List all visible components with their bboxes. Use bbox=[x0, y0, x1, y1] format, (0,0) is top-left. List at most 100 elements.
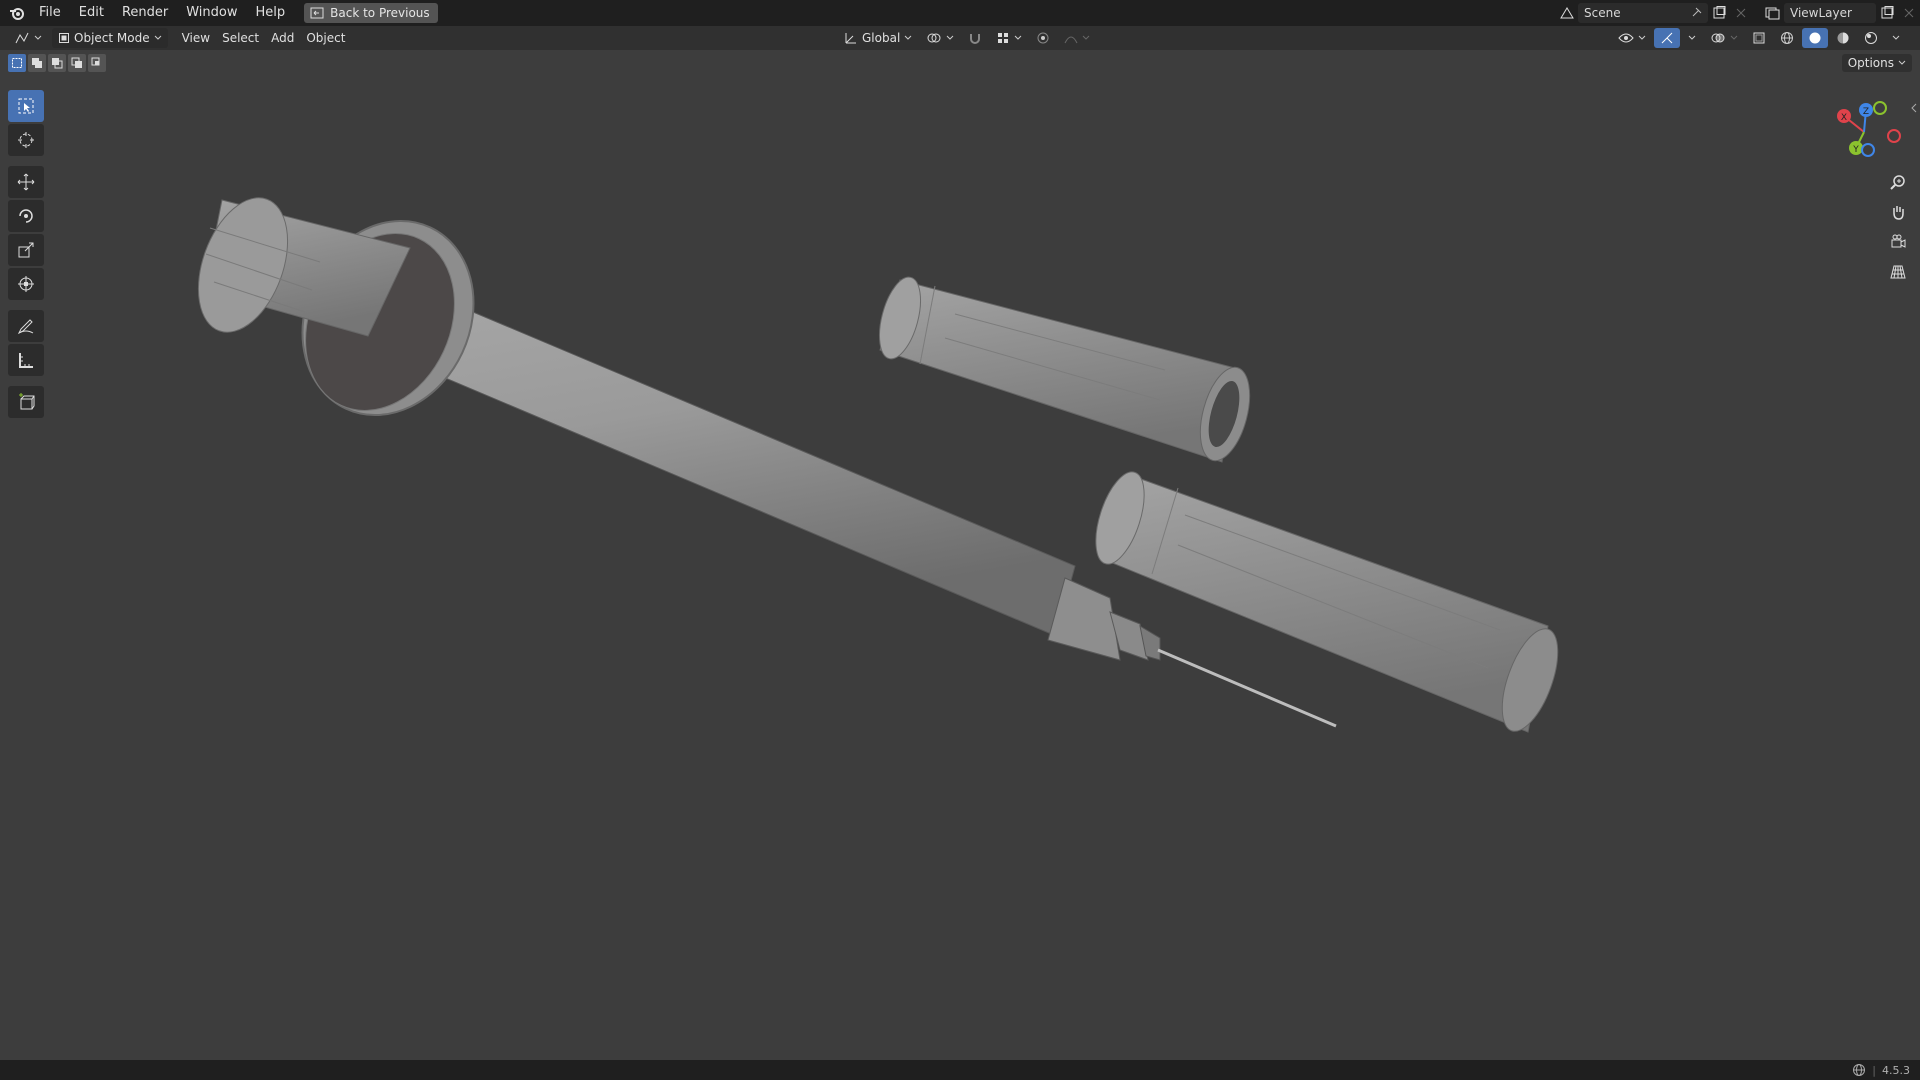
back-to-previous-button[interactable]: Back to Previous bbox=[304, 3, 438, 23]
tool-annotate[interactable] bbox=[8, 310, 44, 342]
chevron-down-icon bbox=[1082, 35, 1090, 40]
overlays-icon bbox=[1711, 33, 1725, 43]
wireframe-sphere-icon bbox=[1781, 32, 1793, 44]
menu-render[interactable]: Render bbox=[113, 0, 177, 26]
object-mode-label: Object Mode bbox=[74, 31, 150, 45]
shading-dropdown[interactable] bbox=[1886, 28, 1906, 48]
menu-edit[interactable]: Edit bbox=[70, 0, 113, 26]
axes-orientation-icon bbox=[845, 33, 856, 44]
select-subtract-button[interactable] bbox=[48, 54, 66, 72]
tool-measure[interactable] bbox=[8, 344, 44, 376]
select-new-button[interactable] bbox=[8, 54, 26, 72]
viewport-3d[interactable] bbox=[0, 0, 1920, 1080]
menu-object[interactable]: Object bbox=[300, 28, 351, 48]
tool-scale[interactable] bbox=[8, 234, 44, 266]
scene-name: Scene bbox=[1584, 6, 1621, 20]
zoom-button[interactable] bbox=[1886, 170, 1910, 194]
tool-move[interactable] bbox=[8, 166, 44, 198]
gizmo-neg-z[interactable] bbox=[1861, 143, 1875, 157]
orientation-label: Global bbox=[862, 31, 901, 45]
scene-field[interactable]: Scene bbox=[1578, 3, 1708, 23]
pivot-point-dropdown[interactable] bbox=[920, 28, 960, 48]
select-invert-icon bbox=[71, 57, 82, 68]
move-icon bbox=[17, 173, 35, 191]
measure-ruler-icon bbox=[19, 353, 33, 368]
editor-type-icon bbox=[15, 32, 29, 44]
gizmos-toggle[interactable] bbox=[1654, 28, 1680, 48]
select-intersect-icon bbox=[91, 57, 100, 66]
shading-material[interactable] bbox=[1830, 28, 1856, 48]
tool-rotate[interactable] bbox=[8, 200, 44, 232]
overlays-toggle[interactable] bbox=[1704, 28, 1744, 48]
navigation-gizmo[interactable]: X Z Y bbox=[1832, 96, 1902, 166]
select-invert-button[interactable] bbox=[68, 54, 86, 72]
menu-window[interactable]: Window bbox=[177, 0, 246, 26]
chevron-down-icon bbox=[1688, 35, 1696, 40]
menu-add[interactable]: Add bbox=[265, 28, 300, 48]
transform-icon bbox=[18, 276, 34, 292]
perspective-toggle-button[interactable] bbox=[1886, 260, 1910, 284]
gizmo-neg-x[interactable] bbox=[1887, 129, 1901, 143]
falloff-dropdown[interactable] bbox=[1058, 28, 1096, 48]
gizmo-y-label: Y bbox=[1852, 145, 1859, 155]
gizmo-x-label: X bbox=[1841, 113, 1847, 123]
grid-perspective-icon bbox=[1890, 265, 1906, 279]
cap-lower[interactable] bbox=[1086, 466, 1569, 738]
chevron-down-icon bbox=[1730, 35, 1738, 40]
camera-view-button[interactable] bbox=[1886, 230, 1910, 254]
tool-cursor[interactable] bbox=[8, 124, 44, 156]
network-globe-icon bbox=[1853, 1064, 1866, 1076]
select-new-icon bbox=[12, 58, 22, 68]
select-box-icon bbox=[18, 98, 34, 114]
menu-help[interactable]: Help bbox=[247, 0, 295, 26]
remove-scene-icon[interactable] bbox=[1730, 3, 1752, 23]
view-layer-field[interactable]: ViewLayer bbox=[1784, 3, 1876, 23]
top-bar: File Edit Render Window Help Back to Pre… bbox=[0, 0, 1920, 26]
shading-rendered[interactable] bbox=[1858, 28, 1884, 48]
blender-logo-icon[interactable] bbox=[4, 0, 30, 26]
object-mode-dropdown[interactable]: Object Mode bbox=[52, 28, 168, 48]
snap-toggle[interactable] bbox=[962, 28, 988, 48]
pan-button[interactable] bbox=[1886, 200, 1910, 224]
chevron-down-icon bbox=[1892, 35, 1900, 40]
xray-icon bbox=[1753, 32, 1765, 44]
view-layer-browse-icon[interactable] bbox=[1762, 3, 1784, 23]
tool-add-cube[interactable] bbox=[8, 386, 44, 418]
gizmos-dropdown[interactable] bbox=[1682, 28, 1702, 48]
cap-upper[interactable] bbox=[872, 273, 1259, 466]
shading-wireframe[interactable] bbox=[1774, 28, 1800, 48]
options-dropdown[interactable]: Options bbox=[1841, 54, 1912, 72]
falloff-curve-icon bbox=[1064, 36, 1078, 44]
new-view-layer-icon[interactable] bbox=[1876, 3, 1898, 23]
snap-target-dropdown[interactable] bbox=[990, 28, 1028, 48]
shading-solid[interactable] bbox=[1802, 28, 1828, 48]
menu-select[interactable]: Select bbox=[216, 28, 265, 48]
gizmo-z-label: Z bbox=[1863, 107, 1869, 117]
select-extend-button[interactable] bbox=[28, 54, 46, 72]
object-mode-icon bbox=[59, 33, 69, 43]
status-bar: | 4.5.3 bbox=[0, 1060, 1920, 1080]
scene-browse-icon[interactable] bbox=[1556, 3, 1578, 23]
magnet-icon bbox=[970, 34, 981, 44]
xray-toggle[interactable] bbox=[1746, 28, 1772, 48]
sidebar-expand-icon[interactable] bbox=[1910, 102, 1918, 116]
select-intersect-button[interactable] bbox=[88, 54, 106, 72]
cursor-icon bbox=[18, 132, 34, 148]
tool-transform[interactable] bbox=[8, 268, 44, 300]
tool-shelf bbox=[8, 88, 48, 420]
syringe-plunger[interactable] bbox=[181, 186, 504, 444]
snap-increment-icon bbox=[998, 33, 1009, 43]
tool-select-box[interactable] bbox=[8, 90, 44, 122]
proportional-edit-toggle[interactable] bbox=[1030, 28, 1056, 48]
visibility-dropdown[interactable] bbox=[1612, 28, 1652, 48]
editor-type-button[interactable] bbox=[8, 28, 48, 48]
menu-file[interactable]: File bbox=[30, 0, 70, 26]
menu-view[interactable]: View bbox=[176, 28, 216, 48]
remove-view-layer-icon[interactable] bbox=[1898, 3, 1920, 23]
chevron-down-icon bbox=[1898, 60, 1906, 65]
orientation-dropdown[interactable]: Global bbox=[838, 28, 918, 48]
gizmo-neg-y[interactable] bbox=[1873, 101, 1887, 115]
new-scene-icon[interactable] bbox=[1708, 3, 1730, 23]
pin-icon[interactable] bbox=[1690, 7, 1702, 19]
chevron-down-icon bbox=[904, 35, 912, 40]
